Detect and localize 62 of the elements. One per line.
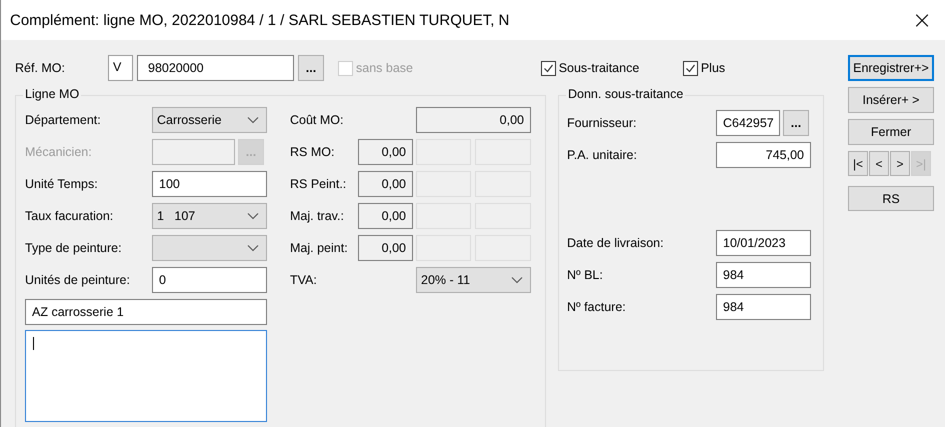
prefix-field[interactable]: V <box>108 55 133 81</box>
close-button[interactable]: × <box>899 0 945 40</box>
chevron-down-icon <box>247 244 259 252</box>
browse-button[interactable]: ... <box>298 55 324 81</box>
group-title: Donn. sous-traitance <box>566 87 686 101</box>
checkbox[interactable] <box>682 60 698 76</box>
action-button[interactable]: Fermer <box>848 119 934 145</box>
dropdown[interactable]: Carrosserie <box>152 107 267 133</box>
field-label: Fournisseur: <box>567 116 638 130</box>
input-field[interactable]: 10/01/2023 <box>716 230 811 256</box>
field-label: Taux facuration: <box>25 209 114 223</box>
field-label: Coût MO: <box>290 113 344 127</box>
input-field[interactable]: 984 <box>716 294 811 320</box>
checkbox[interactable] <box>540 60 556 76</box>
input-field[interactable]: 984 <box>716 262 811 288</box>
field-label: Unité Temps: <box>25 177 99 191</box>
field-label: Mécanicien: <box>25 145 93 159</box>
amount-field: 0,00 <box>358 235 413 261</box>
field-label: TVA: <box>290 273 318 287</box>
input-field[interactable]: C642957 <box>716 110 780 136</box>
checkbox-label: Plus <box>700 61 726 75</box>
field-label: Maj. trav.: <box>290 209 345 223</box>
field-label: Réf. MO: <box>15 61 66 75</box>
chevron-down-icon <box>511 276 523 284</box>
window-title: Complément: ligne MO, 2022010984 / 1 / SARL SEBASTIEN TURQUET, N <box>9 12 510 28</box>
field-label: Nº facture: <box>567 300 627 314</box>
dropdown[interactable]: 20% - 11 <box>416 267 531 293</box>
check-icon <box>542 62 554 74</box>
ref-field[interactable]: 98020000 <box>137 55 294 81</box>
nav-button[interactable]: > <box>890 151 910 176</box>
notes-field[interactable] <box>25 330 267 422</box>
field-label: Unités de peinture: <box>25 273 131 287</box>
input-field[interactable]: 745,00 <box>716 142 811 168</box>
field-label: Nº BL: <box>567 268 604 282</box>
amount-field: 0,00 <box>416 107 531 133</box>
checkbox-label: sans base <box>356 61 413 75</box>
chevron-down-icon <box>247 212 259 220</box>
dropdown[interactable]: 1 107 <box>152 203 267 229</box>
action-button[interactable]: Insérer+ > <box>848 87 934 113</box>
field-label: Département: <box>25 113 102 127</box>
nav-button[interactable]: |< <box>848 151 868 176</box>
amount-field: 0,00 <box>358 203 413 229</box>
input-field[interactable]: 100 <box>152 171 267 197</box>
amount-field: 0,00 <box>358 139 413 165</box>
amount-field: 0,00 <box>358 171 413 197</box>
field-label: Type de peinture: <box>25 241 123 255</box>
field-label: Date de livraison: <box>567 236 665 250</box>
field-label: P.A. unitaire: <box>567 148 638 162</box>
check-icon <box>684 62 696 74</box>
group-title: Ligne MO <box>23 87 82 101</box>
rs-button[interactable]: RS <box>848 186 934 211</box>
description-field[interactable]: AZ carrosserie 1 <box>25 299 267 325</box>
action-button[interactable]: Enregistrer+> <box>848 55 934 81</box>
input-field[interactable]: 0 <box>152 267 267 293</box>
field-label: RS Peint.: <box>290 177 348 191</box>
chevron-down-icon <box>247 116 259 124</box>
field-label: Maj. peint: <box>290 241 349 255</box>
field-label: RS MO: <box>290 145 336 159</box>
checkbox-label: Sous-traitance <box>558 61 640 75</box>
nav-button[interactable]: < <box>869 151 889 176</box>
input-field[interactable] <box>152 139 235 165</box>
browse-button[interactable]: ... <box>783 110 809 136</box>
